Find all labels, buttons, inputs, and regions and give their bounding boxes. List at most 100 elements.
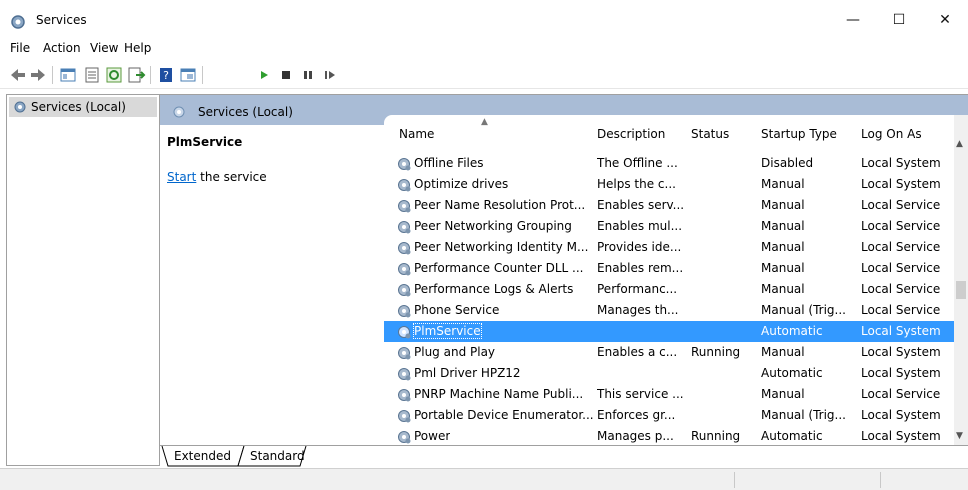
service-row[interactable]: Optimize drives Helps the c... Manual Local… <box>384 174 954 195</box>
details-pane: Services (Local) PlmService Start the se… <box>160 94 968 467</box>
help-icon[interactable]: ? <box>156 65 176 85</box>
service-description-panel: PlmService Start the service <box>160 125 384 443</box>
toolbar-separator <box>150 66 151 84</box>
scrollbar-thumb[interactable] <box>956 281 966 299</box>
service-gear-icon <box>396 387 412 406</box>
cell-startup: Manual <box>761 261 805 275</box>
cell-startup: Manual <box>761 387 805 401</box>
back-arrow-icon[interactable] <box>8 65 28 85</box>
pause-icon[interactable] <box>298 65 318 85</box>
service-row[interactable]: PNRP Machine Name Publi... This service .… <box>384 384 954 405</box>
cell-name: Phone Service <box>414 303 500 317</box>
status-bar <box>0 468 968 490</box>
cell-name: Power <box>414 429 451 443</box>
cell-logon: Local System <box>861 345 941 359</box>
cell-startup: Manual <box>761 282 805 296</box>
minimize-button[interactable]: — <box>830 6 876 34</box>
refresh-icon[interactable] <box>104 65 124 85</box>
tab-extended[interactable]: Extended <box>168 446 237 466</box>
service-row[interactable]: Peer Networking Identity M... Provides id… <box>384 237 954 258</box>
resume-icon[interactable] <box>320 65 340 85</box>
tree-item-services-local[interactable]: Services (Local) <box>9 97 157 117</box>
service-row[interactable]: Peer Networking Grouping Enables mul... Ma… <box>384 216 954 237</box>
scroll-up-icon[interactable]: ▲ <box>956 139 963 149</box>
cell-description: Enables rem... <box>597 261 684 275</box>
play-icon[interactable] <box>254 65 274 85</box>
properties-icon[interactable] <box>82 65 102 85</box>
services-gear-icon <box>10 14 26 33</box>
sort-ascending-icon: ▲ <box>481 117 488 127</box>
menu-help[interactable]: Help <box>124 41 151 55</box>
column-log-on-as[interactable]: Log On As <box>861 115 922 141</box>
service-row[interactable]: Phone Service Manages th... Manual (Trig..… <box>384 300 954 321</box>
cell-startup: Manual (Trig... <box>761 303 846 317</box>
cell-description: Performanc... <box>597 282 678 296</box>
scroll-down-icon[interactable]: ▼ <box>956 431 963 441</box>
cell-name: Portable Device Enumerator... <box>414 408 594 422</box>
service-action-text: the service <box>196 170 267 184</box>
cell-name: Offline Files <box>414 156 484 170</box>
cell-name: Performance Counter DLL ... <box>414 261 584 275</box>
column-status[interactable]: Status <box>691 115 729 141</box>
service-row[interactable]: Portable Device Enumerator... Enforces gr… <box>384 405 954 426</box>
cell-name: Pml Driver HPZ12 <box>414 366 521 380</box>
service-row[interactable]: Pml Driver HPZ12 Automatic Local System <box>384 363 954 384</box>
service-gear-icon <box>396 240 412 259</box>
cell-logon: Local Service <box>861 198 941 212</box>
cell-logon: Local System <box>861 156 941 170</box>
vertical-scrollbar[interactable]: ▲ ▼ <box>954 115 968 445</box>
cell-startup: Automatic <box>761 429 823 443</box>
cell-logon: Local System <box>861 177 941 191</box>
tab-standard[interactable]: Standard <box>244 446 311 466</box>
services-gear-icon <box>172 105 186 122</box>
show-tree-icon[interactable] <box>58 65 78 85</box>
service-row[interactable]: Performance Logs & Alerts Performanc... Ma… <box>384 279 954 300</box>
service-row[interactable]: Peer Name Resolution Prot... Enables serv… <box>384 195 954 216</box>
service-row[interactable]: Performance Counter DLL ... Enables rem..… <box>384 258 954 279</box>
cell-logon: Local System <box>861 408 941 422</box>
window-title: Services <box>36 13 87 27</box>
column-description[interactable]: Description <box>597 115 665 141</box>
menu-action[interactable]: Action <box>43 41 81 55</box>
cell-name: Peer Networking Grouping <box>414 219 572 233</box>
view-tabs: Extended Standard <box>160 445 968 467</box>
cell-startup: Manual <box>761 345 805 359</box>
cell-description: Helps the c... <box>597 177 676 191</box>
cell-startup: Disabled <box>761 156 814 170</box>
cell-startup: Automatic <box>761 324 823 338</box>
forward-arrow-icon[interactable] <box>28 65 48 85</box>
service-gear-icon <box>396 366 412 385</box>
cell-description: Enforces gr... <box>597 408 676 422</box>
view-icon[interactable] <box>178 65 198 85</box>
cell-logon: Local System <box>861 324 941 338</box>
cell-description: Provides ide... <box>597 240 682 254</box>
selected-service-name: PlmService <box>167 135 243 149</box>
column-startup-type[interactable]: Startup Type <box>761 115 837 141</box>
service-row[interactable]: PlmService Automatic Local System <box>384 321 954 342</box>
cell-description: Enables mul... <box>597 219 683 233</box>
stop-icon[interactable] <box>276 65 296 85</box>
service-gear-icon <box>396 324 412 343</box>
cell-startup: Automatic <box>761 366 823 380</box>
menu-file[interactable]: File <box>10 41 30 55</box>
service-gear-icon <box>396 156 412 175</box>
service-gear-icon <box>396 408 412 427</box>
service-gear-icon <box>396 345 412 364</box>
column-name[interactable]: Name <box>399 115 434 141</box>
maximize-button[interactable]: ☐ <box>876 6 922 34</box>
cell-status: Running <box>691 345 741 359</box>
close-button[interactable]: ✕ <box>922 6 968 34</box>
export-list-icon[interactable] <box>126 65 146 85</box>
cell-logon: Local Service <box>861 387 941 401</box>
tree-item-label: Services (Local) <box>31 100 126 114</box>
service-gear-icon <box>396 219 412 238</box>
service-row[interactable]: Plug and Play Enables a c... Running Manual… <box>384 342 954 363</box>
start-service-link[interactable]: Start <box>167 170 196 184</box>
status-divider <box>734 472 735 488</box>
cell-startup: Manual <box>761 198 805 212</box>
service-gear-icon <box>396 429 412 445</box>
service-row[interactable]: Power Manages p... Running Automatic Local S… <box>384 426 954 445</box>
cell-description: Enables a c... <box>597 345 678 359</box>
service-row[interactable]: Offline Files The Offline ... Disabled Loca… <box>384 153 954 174</box>
menu-view[interactable]: View <box>90 41 118 55</box>
